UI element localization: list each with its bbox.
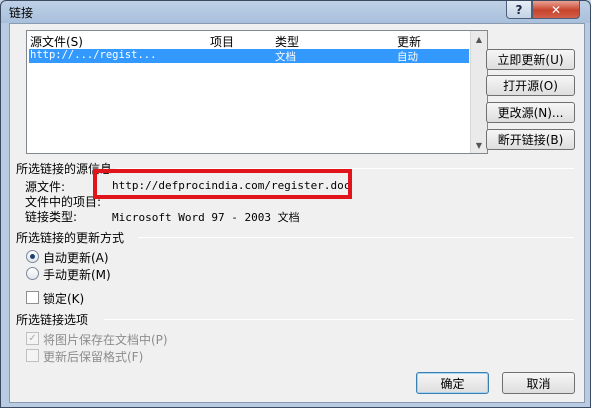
source-file-value: http://defprocindia.com/register.doc	[112, 179, 351, 192]
preserve-format-label: 更新后保留格式(F)	[43, 350, 144, 364]
list-header: 源文件(S) 项目 类型 更新	[27, 31, 471, 49]
title-bar: 链接 ? ✕	[1, 1, 590, 23]
open-source-button[interactable]: 打开源(O)	[486, 75, 575, 96]
locked-label[interactable]: 锁定(K)	[43, 290, 84, 307]
links-list[interactable]: 源文件(S) 项目 类型 更新 http://.../regist... 文档 …	[26, 30, 488, 154]
divider	[104, 319, 574, 320]
change-source-button[interactable]: 更改源(N)...	[486, 102, 575, 123]
link-type-value: Microsoft Word 97 - 2003 文档	[112, 211, 300, 224]
cancel-button[interactable]: 取消	[502, 372, 575, 394]
source-info-heading: 所选链接的源信息	[16, 162, 113, 176]
scroll-down-icon[interactable]: ▼	[471, 137, 487, 153]
row-type: 文档	[275, 51, 296, 63]
links-dialog-window: 链接 ? ✕ 源文件(S) 项目 类型 更新 http://.../regist…	[0, 0, 591, 408]
update-method-heading: 所选链接的更新方式	[16, 231, 125, 245]
window-title: 链接	[9, 6, 34, 20]
preserve-format-checkbox[interactable]	[26, 349, 39, 362]
column-header-source[interactable]: 源文件(S)	[30, 33, 83, 50]
divider	[116, 168, 574, 169]
divider	[138, 237, 574, 238]
column-header-update[interactable]: 更新	[397, 33, 421, 50]
close-button[interactable]: ✕	[532, 1, 580, 19]
scroll-up-icon[interactable]: ▲	[471, 31, 487, 47]
save-picture-checkbox[interactable]: ✓	[26, 332, 39, 345]
column-header-item[interactable]: 项目	[210, 33, 234, 50]
help-button[interactable]: ?	[506, 1, 532, 19]
manual-update-label[interactable]: 手动更新(M)	[43, 266, 111, 283]
row-update: 自动	[397, 51, 418, 63]
save-picture-label: 将图片保存在文档中(P)	[43, 333, 168, 347]
auto-update-radio[interactable]	[26, 250, 39, 263]
column-header-type[interactable]: 类型	[275, 33, 299, 50]
close-icon: ✕	[550, 2, 562, 17]
list-item[interactable]: http://.../regist... 文档 自动	[29, 49, 469, 63]
vertical-scrollbar[interactable]: ▲ ▼	[470, 31, 487, 153]
row-source: http://.../regist...	[30, 49, 157, 61]
link-options-heading: 所选链接选项	[16, 313, 89, 327]
locked-checkbox[interactable]	[26, 291, 39, 304]
update-now-button[interactable]: 立即更新(U)	[486, 49, 575, 70]
question-icon: ?	[515, 2, 523, 17]
link-type-label: 链接类型:	[25, 210, 78, 224]
auto-update-label[interactable]: 自动更新(A)	[43, 249, 109, 266]
dialog-body: 源文件(S) 项目 类型 更新 http://.../regist... 文档 …	[9, 23, 585, 403]
manual-update-radio[interactable]	[26, 267, 39, 280]
break-link-button[interactable]: 断开链接(B)	[486, 129, 575, 150]
ok-button[interactable]: 确定	[416, 372, 489, 394]
checkmark-icon: ✓	[28, 332, 37, 344]
